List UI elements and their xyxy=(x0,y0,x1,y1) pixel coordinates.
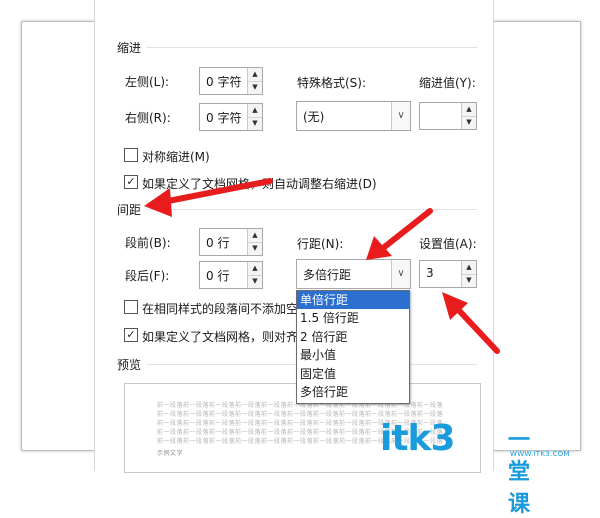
arrow-to-spacing-icon xyxy=(144,178,273,217)
arrow-to-set-value-icon xyxy=(442,292,500,354)
watermark-logo: itk3 xyxy=(380,418,456,459)
annotation-arrows xyxy=(144,178,500,354)
arrow-to-line-spacing-icon xyxy=(366,208,433,260)
watermark-url: WWW.ITK3.COM xyxy=(510,450,570,458)
watermark-name: 一堂课 xyxy=(508,428,531,517)
